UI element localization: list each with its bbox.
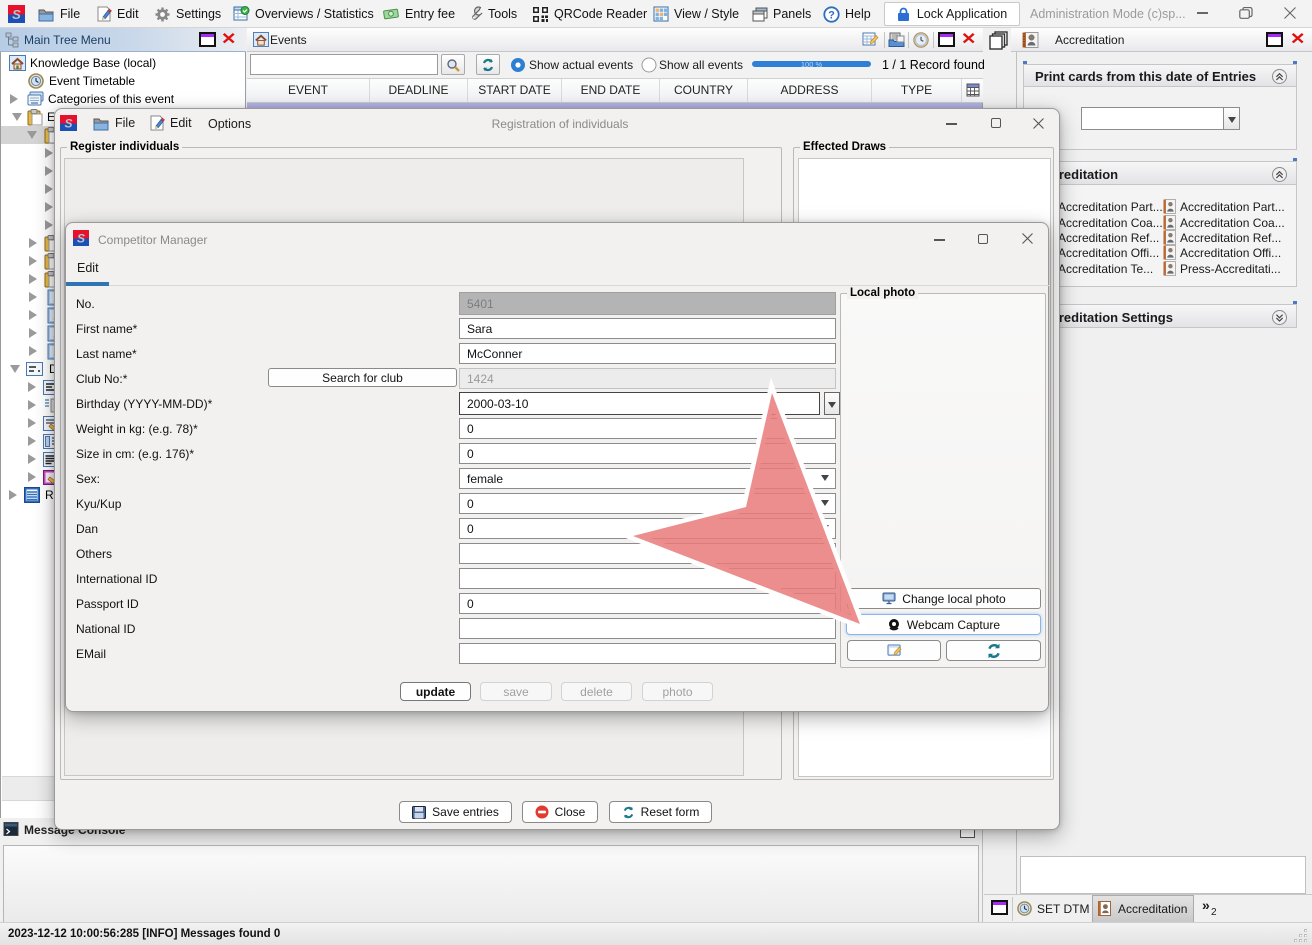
svg-text:S: S bbox=[12, 7, 21, 22]
svg-text:?: ? bbox=[828, 9, 835, 21]
svg-text:S: S bbox=[77, 232, 85, 246]
svg-text:S: S bbox=[64, 117, 72, 131]
